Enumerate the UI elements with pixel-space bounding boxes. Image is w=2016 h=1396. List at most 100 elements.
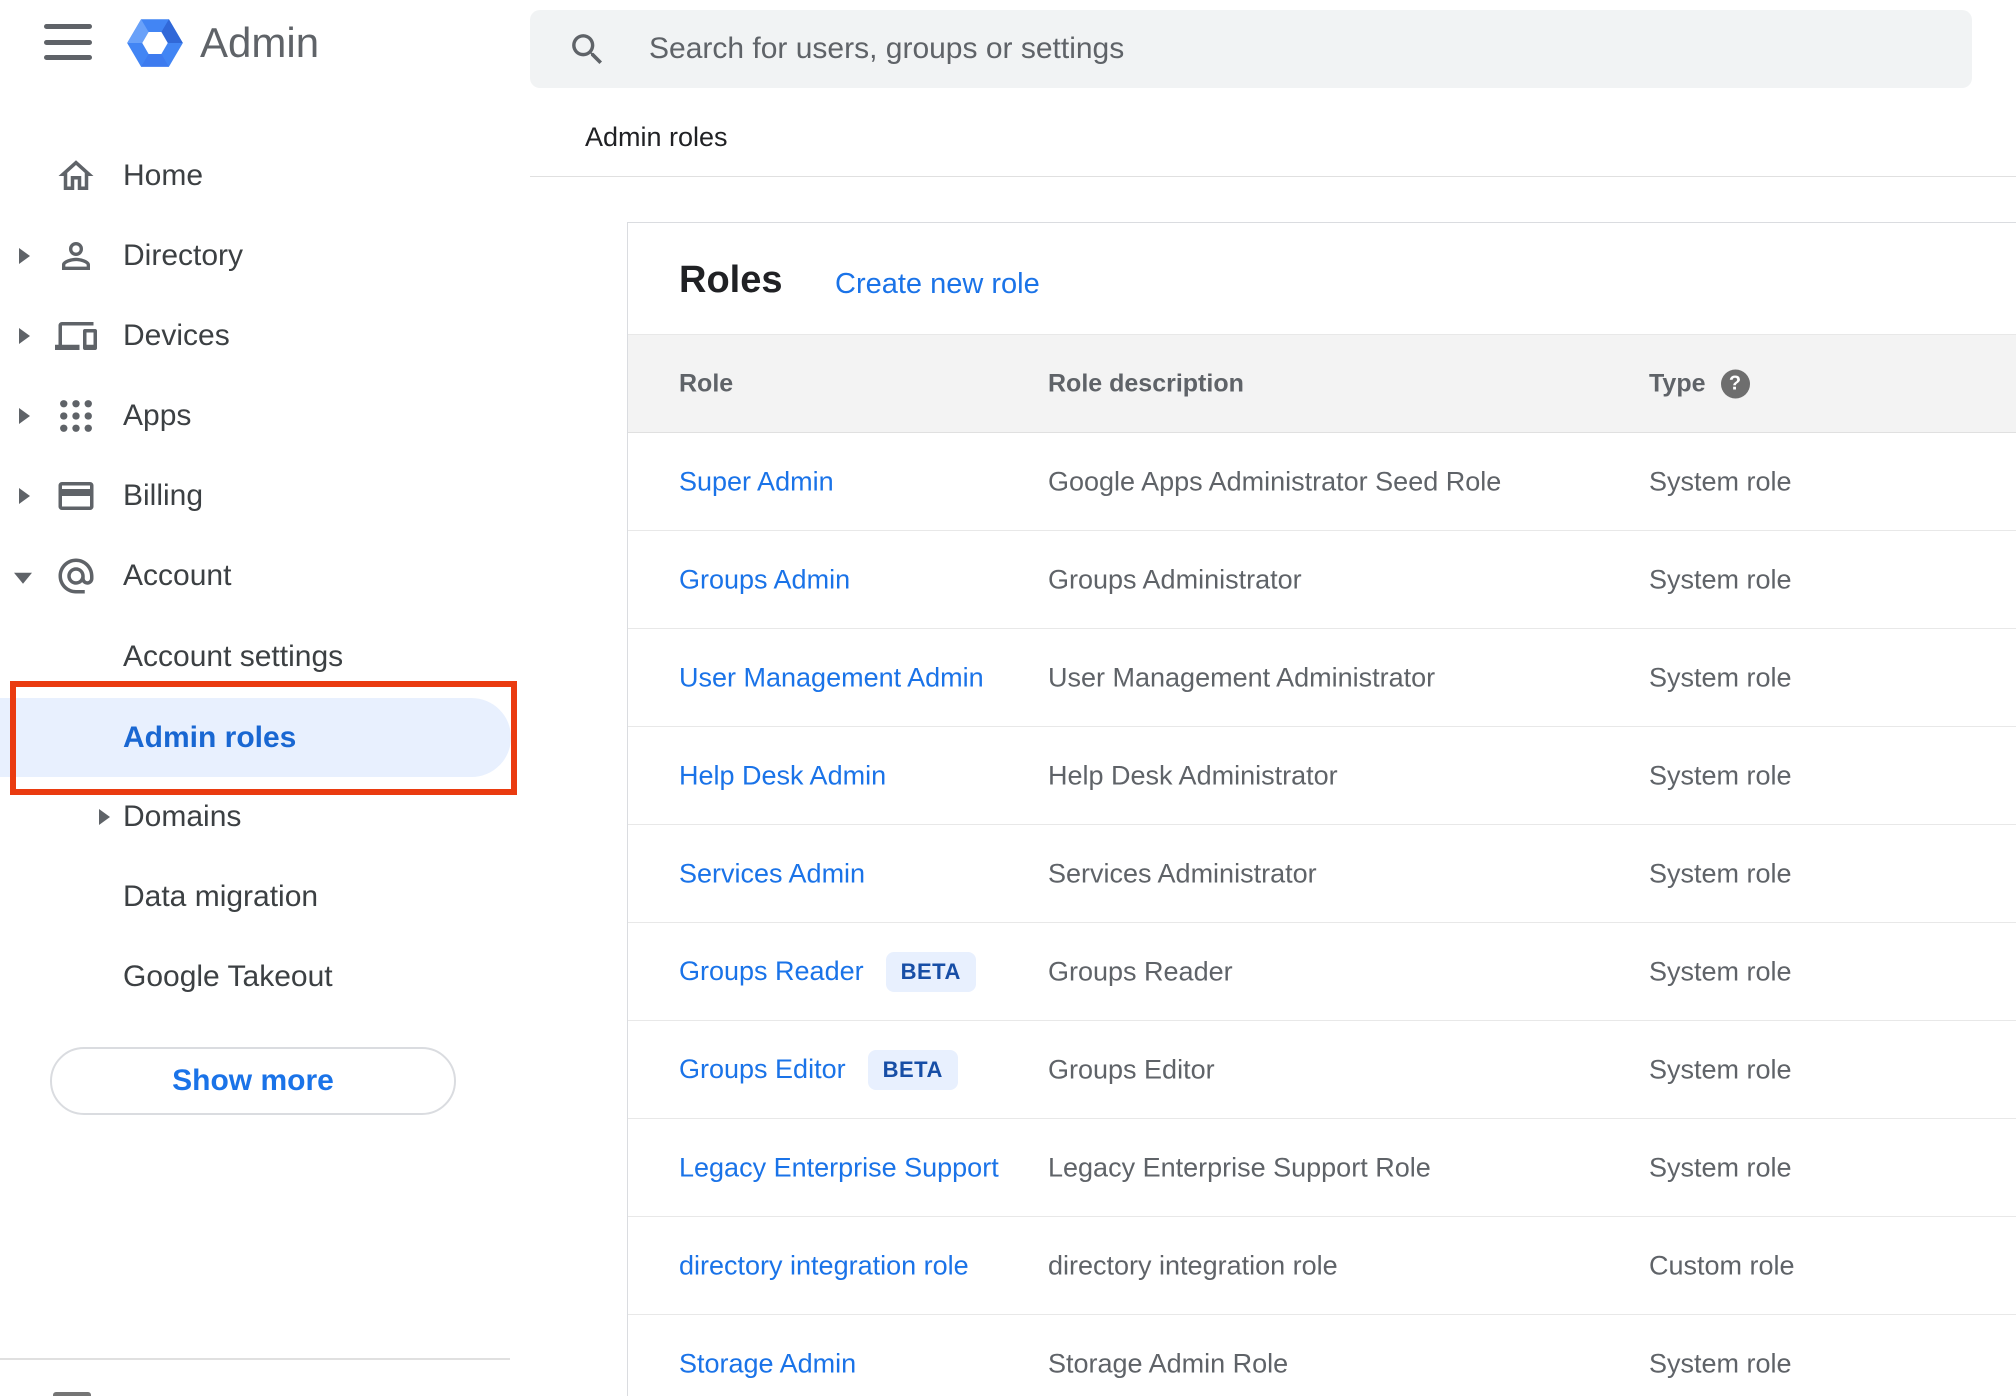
sidebar-item-domains[interactable]: Domains [0,777,530,857]
sidebar-item-billing[interactable]: Billing [0,456,530,536]
table-row: User Management Admin User Management Ad… [628,629,2016,727]
role-link[interactable]: Groups Editor [679,1054,846,1085]
sidebar-item-apps[interactable]: Apps [0,376,530,456]
role-description-cell: Storage Admin Role [1048,1348,1289,1378]
role-description-cell: Help Desk Administrator [1048,760,1338,790]
sidebar-item-label: Apps [123,399,192,432]
sidebar-item-home[interactable]: Home [0,136,530,216]
person-icon [55,235,97,277]
column-header-type: Type ? [1649,369,1750,398]
breadcrumb: Admin roles [585,122,728,152]
role-link[interactable]: Groups Reader [679,956,864,987]
role-type-cell: System role [1649,564,1792,594]
role-type-cell: Custom role [1649,1250,1795,1280]
role-cell: Super Admin [679,466,834,497]
sidebar-item-directory[interactable]: Directory [0,216,530,296]
help-icon[interactable]: ? [1720,369,1750,398]
search-input[interactable] [647,18,1972,80]
page-title: Roles [679,259,783,301]
role-type-cell: System role [1649,1348,1792,1378]
chevron-right-icon[interactable] [19,488,30,504]
role-type-cell: System role [1649,956,1792,986]
sidebar-item-data-migration[interactable]: Data migration [0,857,530,937]
menu-hamburger-icon[interactable] [44,24,92,60]
partial-bottom-icon [53,1392,91,1396]
role-type-cell: System role [1649,1152,1792,1182]
sidebar-item-label: Account settings [123,640,344,673]
role-cell: Help Desk Admin [679,760,886,791]
search-icon [572,33,603,64]
chevron-down-icon[interactable] [14,572,32,584]
sidebar-item-label: Billing [123,479,204,512]
role-type-cell: System role [1649,466,1792,496]
role-link[interactable]: Storage Admin [679,1348,856,1379]
role-link[interactable]: Help Desk Admin [679,760,886,791]
role-link[interactable]: directory integration role [679,1250,969,1281]
global-search-bar[interactable] [530,10,1972,88]
sidebar-item-label: Home [123,159,204,192]
table-row: Legacy Enterprise Support Legacy Enterpr… [628,1119,2016,1217]
sidebar-item-google-takeout[interactable]: Google Takeout [0,937,530,1017]
role-type-cell: System role [1649,662,1792,692]
role-link[interactable]: Super Admin [679,466,834,497]
sidebar-item-label: Directory [123,239,244,272]
table-row: Help Desk Admin Help Desk Administrator … [628,727,2016,825]
table-row: directory integration role directory int… [628,1217,2016,1315]
home-icon [55,155,97,197]
logo-wordmark: Admin [200,19,320,66]
column-header-role-description: Role description [1048,369,1244,397]
roles-table-header: Role Role description Type ? [628,334,2016,433]
role-cell: directory integration role [679,1250,969,1281]
sidebar-item-admin-roles[interactable]: Admin roles [0,698,511,777]
admin-logo[interactable]: Admin [126,13,319,73]
beta-badge: BETA [885,951,976,992]
sidebar-item-label: Data migration [123,880,319,913]
role-link[interactable]: Legacy Enterprise Support [679,1152,999,1183]
chevron-right-icon[interactable] [99,809,110,825]
admin-hexagon-logo-icon [127,19,183,67]
table-row: Groups Reader BETA Groups Reader System … [628,923,2016,1021]
sidebar-item-label: Domains [123,800,242,833]
role-cell: User Management Admin [679,662,984,693]
sidebar-item-devices[interactable]: Devices [0,296,530,376]
role-cell: Groups Reader BETA [679,951,976,992]
create-new-role-link[interactable]: Create new role [835,268,1040,301]
role-type-cell: System role [1649,760,1792,790]
beta-badge: BETA [867,1049,958,1090]
admin-console-screen: Admin Admin roles Home Directory Devices [0,0,2016,1396]
role-description-cell: Services Administrator [1048,858,1317,888]
sidebar-item-label: Google Takeout [123,960,333,993]
sidebar-item-account-settings[interactable]: Account settings [0,617,530,697]
column-header-role: Role [679,369,734,397]
table-row: Super Admin Google Apps Administrator Se… [628,433,2016,531]
show-more-button[interactable]: Show more [50,1047,456,1115]
chevron-right-icon[interactable] [19,248,30,264]
chevron-right-icon[interactable] [19,328,30,344]
role-type-cell: System role [1649,1054,1792,1084]
table-row: Groups Editor BETA Groups Editor System … [628,1021,2016,1119]
devices-icon [55,315,97,357]
role-description-cell: User Management Administrator [1048,662,1436,692]
role-type-cell: System role [1649,858,1792,888]
table-row: Groups Admin Groups Administrator System… [628,531,2016,629]
credit-card-icon [55,475,97,517]
sidebar-item-label: Admin roles [123,720,297,754]
sidebar-item-label: Account [123,559,232,592]
sidebar-item-account[interactable]: Account [0,536,530,616]
role-link[interactable]: Services Admin [679,858,865,889]
roles-card-header: Roles Create new role [628,223,2016,334]
role-description-cell: Groups Editor [1048,1054,1215,1084]
role-cell: Services Admin [679,858,865,889]
chevron-right-icon[interactable] [19,408,30,424]
at-sign-icon [55,555,97,597]
apps-grid-icon [55,395,97,437]
table-row: Storage Admin Storage Admin Role System … [628,1315,2016,1396]
header-divider [530,176,2016,177]
role-description-cell: Legacy Enterprise Support Role [1048,1152,1431,1182]
role-link[interactable]: Groups Admin [679,564,850,595]
role-cell: Groups Admin [679,564,850,595]
roles-card: Roles Create new role Role Role descript… [627,222,2016,1396]
role-description-cell: directory integration role [1048,1250,1338,1280]
table-row: Services Admin Services Administrator Sy… [628,825,2016,923]
role-link[interactable]: User Management Admin [679,662,984,693]
